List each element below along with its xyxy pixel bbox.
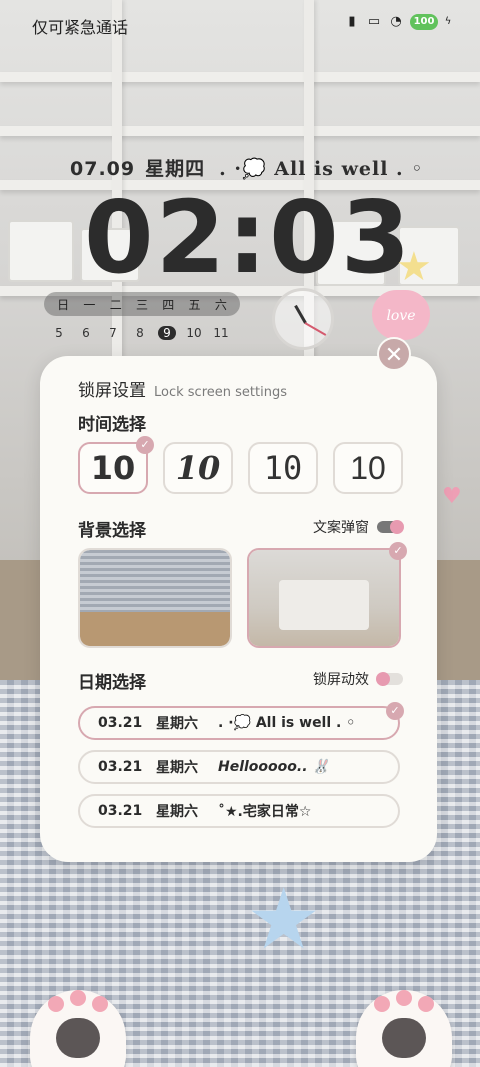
- date-option-date: 03.21: [98, 759, 143, 775]
- calendar-weekday: 二: [109, 297, 122, 312]
- weekday-text: 星期四: [145, 158, 206, 180]
- yellow-star-sticker: ★: [396, 244, 432, 290]
- date-style-options: 03.21 星期六 . ·💭 All is well . ◦ ✓ 03.21 星…: [78, 702, 404, 838]
- battery-icon: 100: [410, 14, 438, 30]
- status-icons: ▮ ▭ ◔ 100 ϟ: [344, 14, 452, 30]
- time-style-sample: 10: [90, 449, 136, 487]
- pink-heart-sticker: ♥: [442, 484, 462, 509]
- panel-title: 锁屏设置 Lock screen settings: [78, 376, 287, 401]
- minute-hand: [304, 322, 327, 336]
- panel-title-zh: 锁屏设置: [78, 381, 146, 401]
- analog-clock: [272, 288, 334, 350]
- paw-toe: [396, 990, 412, 1006]
- date-option-text: Hellooooo.. 🐰: [218, 759, 330, 775]
- caption-popup-setting: 文案弹窗: [313, 517, 404, 537]
- background-section-label: 背景选择: [78, 521, 146, 541]
- calendar-day-today: 9: [158, 326, 176, 340]
- date-text: 07.09: [70, 158, 136, 180]
- calendar-days: 5 6 7 8 9 10 11: [50, 326, 230, 340]
- paw-pad: [56, 1018, 100, 1058]
- love-heart-sticker: love: [372, 290, 430, 340]
- calendar-weekday: 三: [135, 297, 148, 312]
- background-option-2[interactable]: ✓: [247, 542, 407, 648]
- time-style-option-1[interactable]: 10 ✓: [78, 436, 154, 494]
- date-line: 07.09 星期四 . ·💭 All is well . ◦: [70, 154, 424, 181]
- date-section-label: 日期选择: [78, 673, 146, 693]
- calendar-weekday: 六: [214, 297, 227, 312]
- date-style-option-1[interactable]: 03.21 星期六 . ·💭 All is well . ◦ ✓: [78, 702, 404, 740]
- wifi-icon: ◔: [390, 14, 402, 29]
- paw-toe: [418, 996, 434, 1012]
- time-style-sample: 10: [350, 449, 386, 486]
- background-options: ✓: [78, 542, 407, 648]
- close-icon: ✕: [384, 343, 404, 368]
- calendar-weekday: 日: [57, 297, 70, 312]
- paw-toe: [92, 996, 108, 1012]
- lock-animation-toggle[interactable]: [376, 672, 403, 686]
- vibrate-icon: ▮: [348, 14, 356, 29]
- date-option-text: ˚★.宅家日常☆: [218, 804, 312, 820]
- time-style-option-4[interactable]: 10: [333, 442, 403, 494]
- date-option-date: 03.21: [98, 715, 143, 731]
- caption-popup-toggle[interactable]: [377, 520, 404, 534]
- calendar-day: 6: [82, 326, 90, 340]
- background-thumbnail: [249, 550, 399, 646]
- time-style-sample: 10: [175, 449, 221, 487]
- time-style-sample: 10: [263, 449, 303, 487]
- storage-box: [8, 220, 74, 282]
- lock-clock[interactable]: 02:03: [84, 178, 412, 298]
- shelf: [0, 126, 480, 136]
- time-section-label: 时间选择: [78, 415, 146, 435]
- paw-pad: [382, 1018, 426, 1058]
- date-option-text: . ·💭 All is well . ◦: [218, 715, 356, 731]
- sim-icon: ▭: [367, 14, 381, 29]
- check-icon: ✓: [136, 436, 154, 454]
- paw-toe: [374, 996, 390, 1012]
- calendar-day: 5: [55, 326, 63, 340]
- calendar-day: 8: [136, 326, 144, 340]
- mood-text: . ·💭 All is well . ◦: [219, 158, 424, 180]
- calendar-weekdays: 日 一 二 三 四 五 六: [44, 292, 240, 316]
- calendar-weekday: 四: [162, 297, 175, 312]
- lock-screen-settings-panel: 锁屏设置 Lock screen settings 时间选择 10 ✓ 10 10…: [40, 356, 437, 862]
- emergency-calls-only-text: 仅可紧急通话: [32, 18, 129, 37]
- lock-animation-label: 锁屏动效: [313, 672, 369, 688]
- time-style-option-3[interactable]: 10: [248, 442, 318, 494]
- background-option-1[interactable]: [78, 548, 232, 648]
- paw-toe: [70, 990, 86, 1006]
- date-option-weekday: 星期六: [156, 760, 198, 776]
- time-style-option-2[interactable]: 10: [163, 442, 233, 494]
- time-style-options: 10 ✓ 10 10 10: [78, 436, 403, 494]
- shelf: [0, 72, 480, 82]
- caption-popup-label: 文案弹窗: [313, 520, 369, 536]
- calendar-day: 11: [213, 326, 229, 340]
- charging-icon: ϟ: [444, 16, 452, 27]
- date-style-option-3[interactable]: 03.21 星期六 ˚★.宅家日常☆: [78, 794, 400, 828]
- calendar-weekday: 一: [83, 297, 96, 312]
- check-icon: ✓: [389, 542, 407, 560]
- close-button[interactable]: ✕: [377, 337, 411, 371]
- calendar-day: 10: [186, 326, 202, 340]
- toggle-knob: [376, 672, 390, 686]
- check-icon: ✓: [386, 702, 404, 720]
- date-style-option-2[interactable]: 03.21 星期六 Hellooooo.. 🐰: [78, 750, 400, 784]
- blue-star-sticker: ★: [246, 870, 322, 968]
- status-bar: 仅可紧急通话 ▮ ▭ ◔ 100 ϟ: [0, 0, 480, 48]
- calendar-weekday: 五: [188, 297, 201, 312]
- date-option-weekday: 星期六: [156, 716, 198, 732]
- panel-title-en: Lock screen settings: [154, 385, 287, 400]
- toggle-knob: [390, 520, 404, 534]
- calendar-day: 7: [109, 326, 117, 340]
- paw-toe: [48, 996, 64, 1012]
- date-option-weekday: 星期六: [156, 804, 198, 820]
- lock-animation-setting: 锁屏动效: [313, 669, 403, 689]
- date-option-date: 03.21: [98, 803, 143, 819]
- background-thumbnail: [80, 550, 230, 646]
